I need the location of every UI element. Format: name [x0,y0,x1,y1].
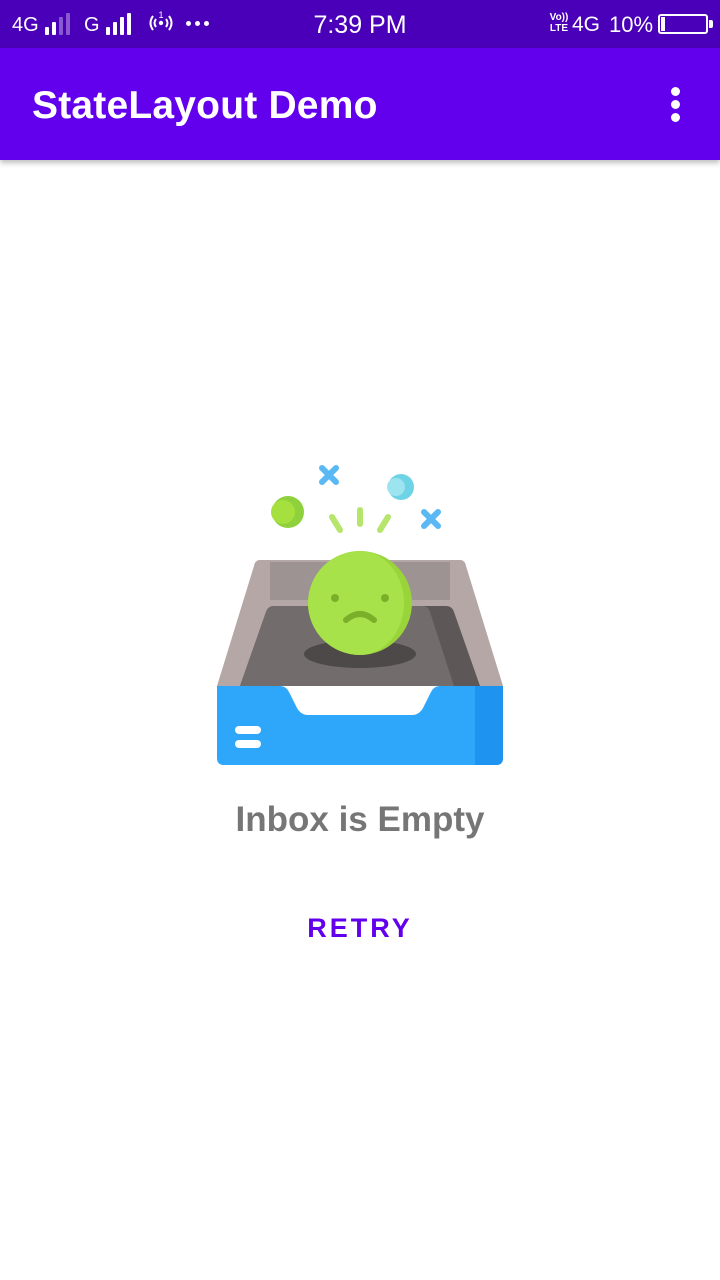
empty-state-message: Inbox is Empty [235,800,485,839]
empty-inbox-icon [217,465,503,765]
more-options-button[interactable] [652,76,700,132]
confetti-decoration [271,465,441,533]
volte-icon: Vo)) LTE [549,12,569,34]
app-bar: StateLayout Demo [0,48,720,160]
mobile-data-type: 4G [572,13,601,36]
app-title: StateLayout Demo [32,84,378,127]
battery-percent: 10% [609,12,654,37]
status-bar: 4G G 1 7:39 PM Vo)) LTE 4G 10% [0,0,720,48]
battery-level [661,17,666,31]
battery-icon [658,14,713,34]
more-vert-icon [671,87,680,96]
retry-button[interactable]: RETRY [280,898,440,958]
